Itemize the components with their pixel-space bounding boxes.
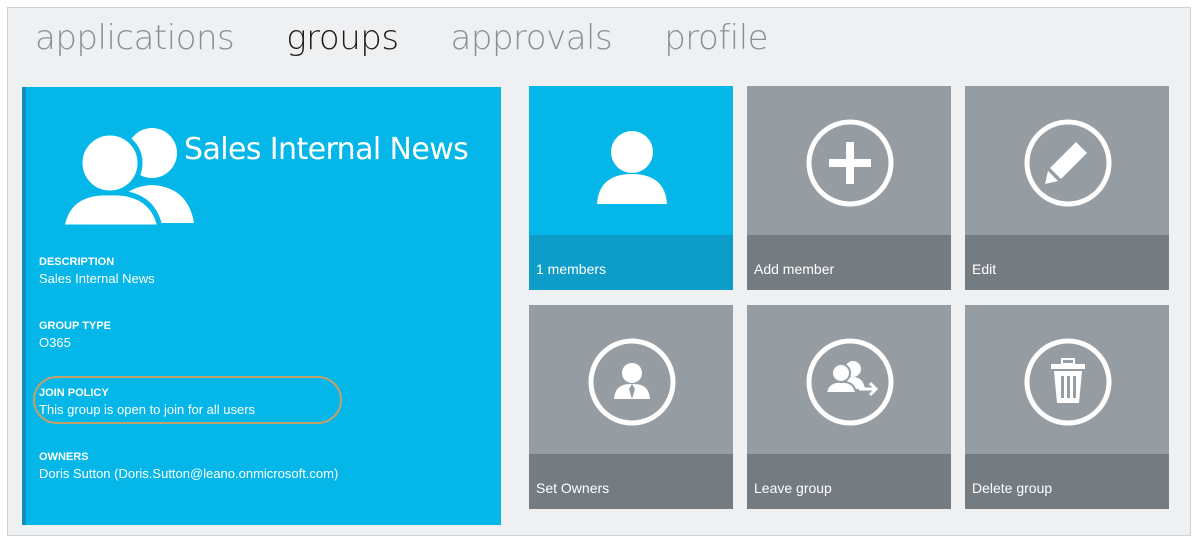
members-tile[interactable]: 1 members — [529, 86, 733, 290]
group-title: Sales Internal News — [184, 132, 469, 167]
top-nav: applications groups approvals profile — [35, 18, 820, 58]
owners-field: OWNERS Doris Sutton (Doris.Sutton@leano.… — [39, 450, 338, 482]
delete-group-label: Delete group — [965, 454, 1169, 509]
owners-value: Doris Sutton (Doris.Sutton@leano.onmicro… — [39, 466, 339, 481]
group-type-value: O365 — [39, 335, 71, 350]
group-details-card: Sales Internal News DESCRIPTION Sales In… — [22, 87, 501, 525]
leave-group-circle-icon — [806, 338, 894, 426]
group-type-label: GROUP TYPE — [39, 320, 111, 332]
description-field: DESCRIPTION Sales Internal News — [39, 255, 155, 287]
leave-group-label: Leave group — [747, 454, 951, 509]
description-value: Sales Internal News — [39, 271, 155, 286]
add-member-tile[interactable]: Add member — [747, 86, 951, 290]
set-owners-tile[interactable]: Set Owners — [529, 305, 733, 509]
nav-groups[interactable]: groups — [286, 18, 399, 58]
group-people-icon — [60, 128, 194, 227]
join-policy-highlight — [33, 376, 342, 424]
members-label: 1 members — [529, 235, 733, 290]
person-icon — [597, 131, 667, 204]
edit-label: Edit — [965, 235, 1169, 290]
nav-profile[interactable]: profile — [664, 18, 768, 58]
owners-label: OWNERS — [39, 451, 89, 463]
pencil-circle-icon — [1024, 119, 1112, 207]
group-type-field: GROUP TYPE O365 — [39, 319, 111, 351]
delete-group-tile[interactable]: Delete group — [965, 305, 1169, 509]
plus-circle-icon — [806, 119, 894, 207]
edit-tile[interactable]: Edit — [965, 86, 1169, 290]
set-owners-label: Set Owners — [529, 454, 733, 509]
join-policy-field: JOIN POLICY This group is open to join f… — [33, 376, 342, 424]
trash-circle-icon — [1024, 338, 1112, 426]
nav-approvals[interactable]: approvals — [451, 18, 613, 58]
add-member-label: Add member — [747, 235, 951, 290]
description-label: DESCRIPTION — [39, 256, 115, 268]
leave-group-tile[interactable]: Leave group — [747, 305, 951, 509]
nav-applications[interactable]: applications — [35, 18, 235, 58]
owner-circle-icon — [588, 338, 676, 426]
